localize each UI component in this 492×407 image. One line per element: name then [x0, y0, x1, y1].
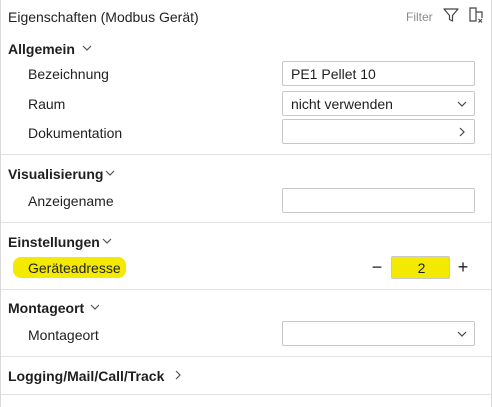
scrollbar[interactable]	[487, 34, 490, 394]
chevron-right-icon	[459, 127, 465, 137]
chevron-down-icon[interactable]	[101, 235, 113, 247]
chevron-down-icon[interactable]	[104, 167, 116, 179]
geraeteadresse-stepper[interactable]: 2	[391, 256, 450, 279]
label-raum: Raum	[28, 96, 66, 112]
decrement-button[interactable]: −	[368, 256, 386, 278]
filter-label[interactable]: Filter	[406, 10, 433, 24]
geraeteadresse-value: 2	[417, 260, 426, 276]
increment-button[interactable]: +	[454, 256, 472, 278]
chevron-down-icon	[457, 331, 467, 337]
bezeichnung-input[interactable]	[282, 61, 475, 86]
label-anzeigename: Anzeigename	[28, 193, 114, 209]
anzeigename-input[interactable]	[282, 188, 475, 213]
section-title-einstellungen[interactable]: Einstellungen	[8, 234, 100, 250]
chevron-down-icon	[457, 101, 467, 107]
panel-header: Eigenschaften (Modbus Gerät) Filter	[1, 0, 491, 34]
filter-icon[interactable]	[442, 6, 460, 24]
montageort-select[interactable]	[282, 321, 475, 346]
section-divider	[1, 356, 491, 357]
properties-panel: Eigenschaften (Modbus Gerät) Filter Allg…	[0, 0, 492, 407]
section-divider	[1, 222, 491, 223]
label-geraeteadresse: Geräteadresse	[28, 260, 121, 276]
section-title-logging[interactable]: Logging/Mail/Call/Track	[8, 368, 164, 384]
label-dokumentation: Dokumentation	[28, 125, 123, 141]
section-title-montageort[interactable]: Montageort	[8, 300, 84, 316]
label-montageort: Montageort	[28, 327, 99, 343]
raum-select[interactable]: nicht verwenden	[282, 91, 475, 116]
section-divider	[1, 289, 491, 290]
section-divider	[1, 154, 491, 155]
dokumentation-field[interactable]	[282, 119, 475, 144]
chevron-right-icon[interactable]	[172, 369, 184, 381]
chevron-down-icon[interactable]	[81, 42, 93, 54]
section-title-allgemein[interactable]: Allgemein	[8, 41, 75, 57]
chevron-down-icon[interactable]	[89, 301, 101, 313]
label-bezeichnung: Bezeichnung	[28, 66, 109, 82]
section-divider	[1, 394, 491, 395]
panel-title: Eigenschaften (Modbus Gerät)	[8, 9, 199, 25]
section-title-visualisierung[interactable]: Visualisierung	[8, 166, 103, 182]
clear-filter-icon[interactable]	[467, 6, 485, 24]
raum-select-value: nicht verwenden	[291, 96, 393, 112]
